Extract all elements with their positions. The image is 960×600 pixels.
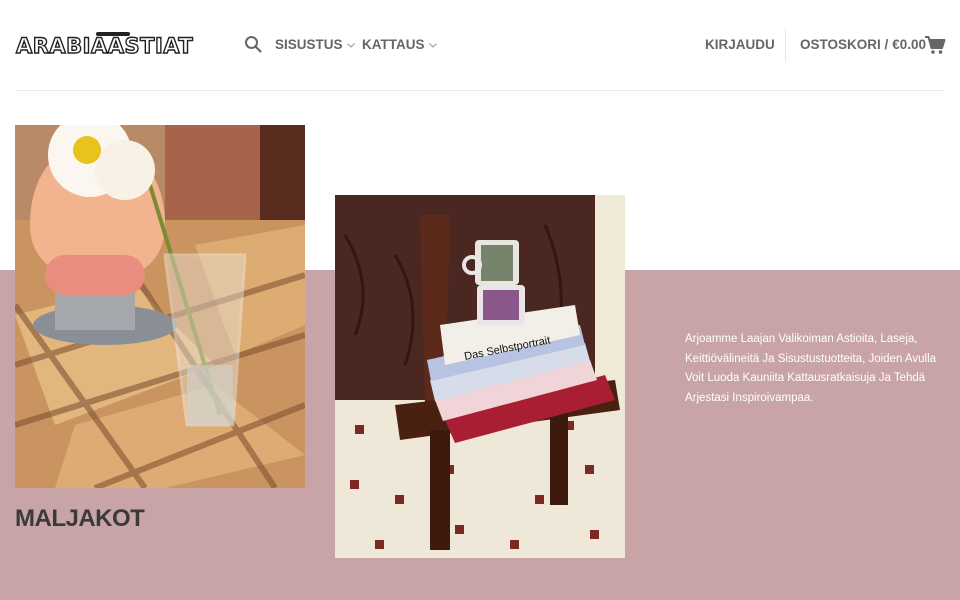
store-description: Arjoamme Laajan Valikoiman Astioita, Las… <box>685 333 937 404</box>
site-logo[interactable]: ARABIAASTIAT <box>15 30 216 60</box>
vase-product-image[interactable] <box>15 125 305 488</box>
category-title[interactable]: MALJAKOT <box>15 505 145 533</box>
header-divider <box>785 29 786 61</box>
tableware-product-image[interactable]: Das Selbstportrait <box>335 195 625 558</box>
nav-kattaus[interactable]: KATTAUS <box>362 37 438 52</box>
cart-total: €0.00 <box>892 37 927 52</box>
cart-label: OSTOSKORI / <box>800 37 889 52</box>
header-divider-line <box>16 90 944 91</box>
nav-sisustus[interactable]: SISUSTUS <box>275 37 356 52</box>
nav-kattaus-label: KATTAUS <box>362 37 425 52</box>
site-header: ARABIAASTIAT SISUSTUS KATTAUS KIRJAUDU O… <box>0 0 960 90</box>
login-link[interactable]: KIRJAUDU <box>705 37 775 52</box>
nav-sisustus-label: SISUSTUS <box>275 37 343 52</box>
vase-photo-illustration <box>15 125 305 488</box>
shopping-cart-icon[interactable] <box>924 35 946 55</box>
cart-link[interactable]: OSTOSKORI / €0.00 <box>800 37 926 52</box>
stool-photo-illustration: Das Selbstportrait <box>335 195 625 558</box>
chevron-down-icon <box>428 42 437 48</box>
search-icon[interactable] <box>244 35 262 53</box>
logo-text: ARABIAASTIAT <box>15 33 194 58</box>
chevron-down-icon <box>346 42 355 48</box>
